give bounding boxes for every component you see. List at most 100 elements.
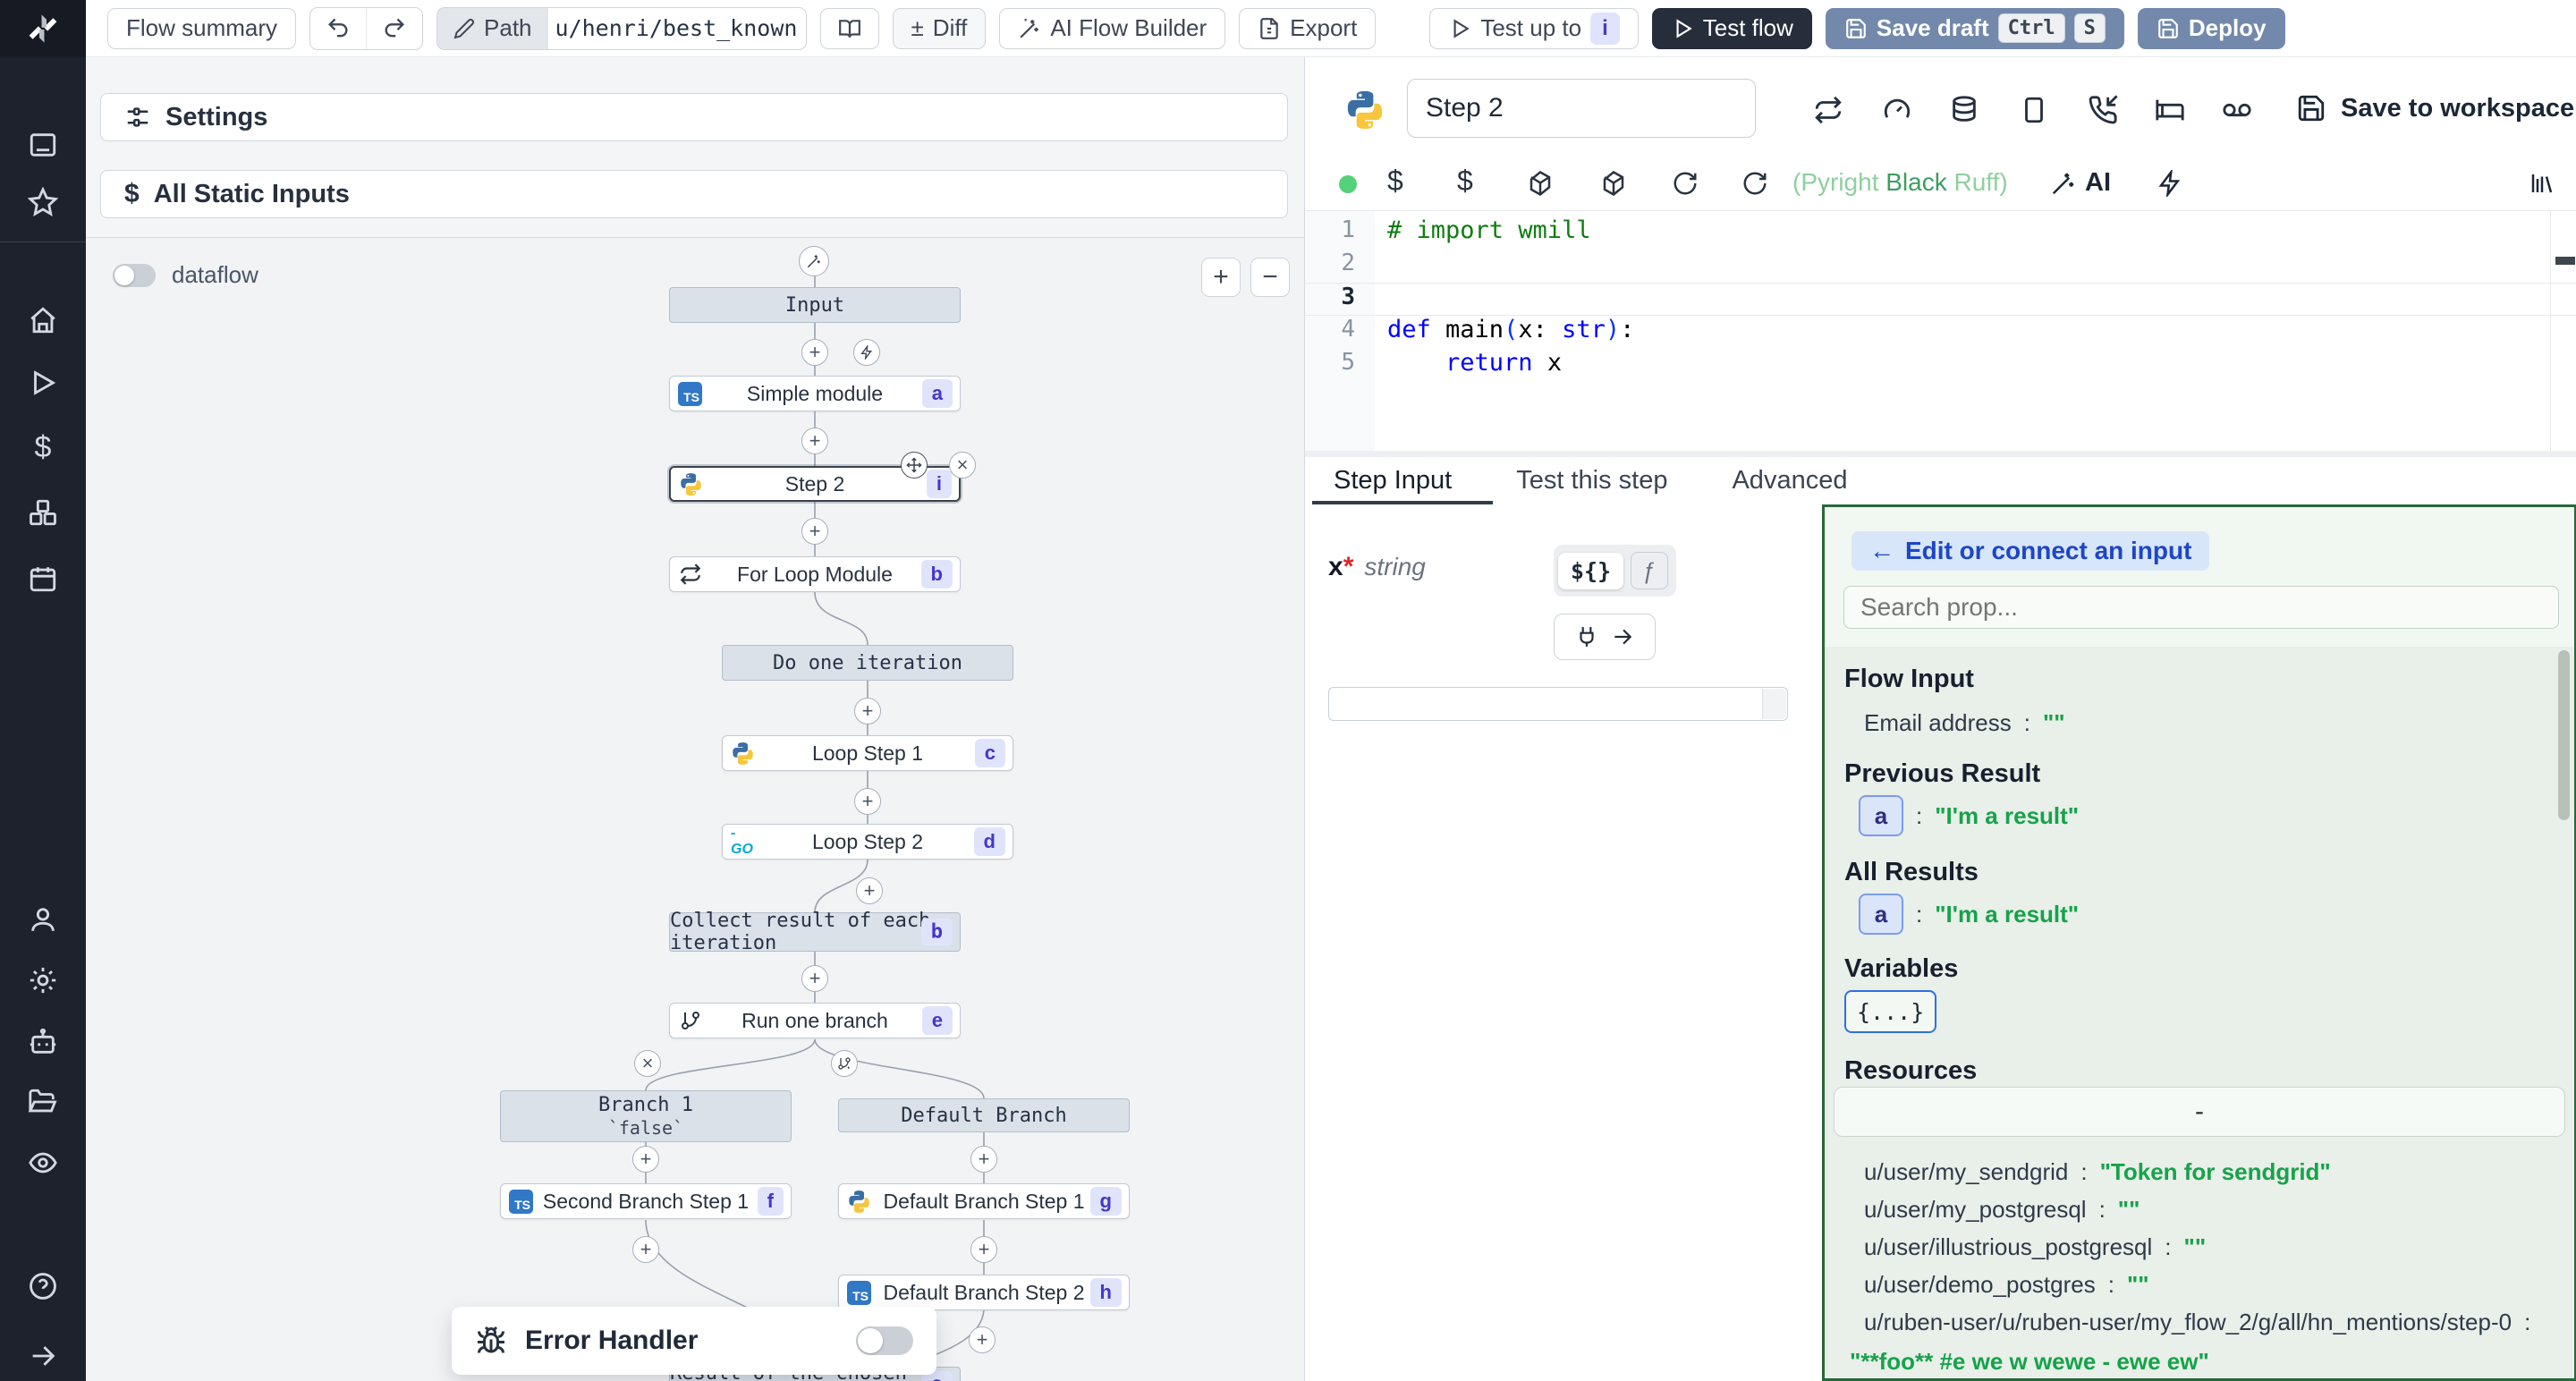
bed-icon[interactable] [2155,95,2185,125]
add-step-button[interactable]: + [801,965,828,992]
tab-test-this-step[interactable]: Test this step [1516,466,1667,496]
move-step-button[interactable] [901,452,928,479]
node-input[interactable]: Input [669,287,961,323]
wand-icon[interactable] [2050,170,2077,197]
add-step-button[interactable]: + [854,698,881,724]
rotate-cw-icon[interactable] [1672,170,1699,197]
node-for-loop[interactable]: For Loop Module b [669,556,961,592]
add-step-button[interactable]: + [970,1236,997,1263]
delete-step-button[interactable]: × [949,452,976,479]
result-chip[interactable]: a [1859,795,1903,836]
rotate-cw-icon[interactable] [1741,170,1768,197]
prop-search-input[interactable] [1843,586,2559,629]
library-icon[interactable] [2529,170,2555,197]
tab-advanced[interactable]: Advanced [1732,466,1847,496]
zoom-out-button[interactable]: − [1250,258,1290,297]
save-to-workspace-button[interactable]: Save to workspace [2296,93,2574,123]
step-title-input[interactable] [1407,79,1756,138]
add-step-button[interactable]: + [801,518,828,545]
redo-button[interactable] [366,8,422,49]
zoom-in-button[interactable]: + [1201,258,1241,297]
dollar-icon[interactable]: $ [1457,165,1473,198]
favorites-star-icon[interactable] [28,187,58,217]
node-collect-result[interactable]: Collect result of each iteration b [669,912,961,952]
settings-card[interactable]: Settings [100,93,1288,141]
home-icon[interactable] [28,305,58,335]
rectangle-icon[interactable] [2019,95,2049,125]
resource-row[interactable]: u/user/my_sendgrid:"Token for sendgrid" [1864,1158,2331,1186]
phone-incoming-icon[interactable] [2088,95,2118,125]
workspace-switcher-icon[interactable] [28,130,58,160]
add-step-button[interactable]: + [970,1146,997,1173]
prop-row-all-results[interactable]: a : "I'm a result" [1859,894,2079,935]
add-step-button[interactable]: + [969,1326,996,1353]
prop-row-previous-result[interactable]: a : "I'm a result" [1859,795,2079,836]
help-icon[interactable] [28,1271,58,1301]
save-draft-button[interactable]: Save draft Ctrl S [1826,8,2124,49]
flow-summary-button[interactable]: Flow summary [107,8,296,49]
input-grip[interactable] [1762,689,1786,719]
node-run-one-branch[interactable]: Run one branch e [669,1003,961,1038]
schedules-calendar-icon[interactable] [28,563,58,594]
ai-label[interactable]: AI [2085,168,2111,198]
voicemail-icon[interactable] [2222,95,2252,125]
ai-builder-wand-button[interactable] [799,246,829,276]
test-up-to-button[interactable]: Test up to i [1429,8,1638,49]
audit-eye-icon[interactable] [28,1148,58,1178]
zap-icon[interactable] [2157,170,2183,197]
node-default-branch[interactable]: Default Branch [838,1098,1130,1132]
resource-row-value[interactable]: "**foo** #e we w wewe - ewe ew" [1850,1348,2209,1376]
add-step-button[interactable]: + [854,788,881,815]
code-editor[interactable]: 1 # import wmill 2 3 4 def main(x: str):… [1305,211,2576,451]
runs-play-icon[interactable] [28,368,58,398]
export-button[interactable]: Export [1239,8,1376,49]
error-handler-toggle[interactable] [856,1326,913,1355]
folders-icon[interactable] [28,1087,58,1117]
resource-row[interactable]: u/ruben-user/u/ruben-user/my_flow_2/g/al… [1864,1309,2530,1336]
remove-branch-button[interactable]: × [634,1050,661,1077]
expression-toggle[interactable]: ${} [1558,553,1623,589]
settings-gear-icon[interactable] [28,965,58,996]
package-icon[interactable] [1600,170,1627,197]
path-label[interactable]: Path [437,8,548,49]
resource-row[interactable]: u/user/my_postgresql:"" [1864,1196,2140,1224]
edit-or-connect-back-button[interactable]: ← Edit or connect an input [1852,531,2209,571]
gauge-icon[interactable] [1882,95,1912,125]
add-step-button[interactable]: + [632,1236,659,1263]
package-icon[interactable] [1527,170,1554,197]
code-assistants-label[interactable]: (Pyright Black Ruff) [1792,168,2008,197]
windmill-logo[interactable] [0,0,86,57]
dataflow-toggle[interactable] [113,264,156,287]
test-flow-button[interactable]: Test flow [1652,8,1812,49]
database-icon[interactable] [1949,95,1979,125]
collapse-arrow-icon[interactable] [28,1341,58,1371]
path-input[interactable] [548,8,806,49]
node-default-branch-step-2[interactable]: TS Default Branch Step 2 h [838,1275,1130,1310]
connect-panel-scrollbar[interactable] [2558,650,2570,820]
node-default-branch-step-1[interactable]: Default Branch Step 1 g [838,1183,1130,1219]
ai-flow-builder-button[interactable]: AI Flow Builder [999,8,1225,49]
tab-step-input[interactable]: Step Input [1334,466,1452,496]
node-second-branch-step-1[interactable]: TS Second Branch Step 1 f [500,1183,792,1219]
variables-chip[interactable]: {...} [1844,990,1936,1033]
flow-graph-canvas[interactable]: dataflow + − Input + TS Simple module a … [86,237,1304,1381]
add-step-button[interactable]: + [801,339,828,366]
resources-boxes-icon[interactable] [28,497,58,528]
node-branch-1[interactable]: Branch 1 `false` [500,1090,792,1142]
resource-type-select[interactable]: - [1834,1087,2565,1137]
undo-button[interactable] [310,8,366,49]
diff-button[interactable]: ±Diff [893,8,987,49]
all-static-inputs-card[interactable]: $ All Static Inputs [100,170,1288,218]
dollar-icon[interactable]: $ [1387,165,1403,198]
add-step-button[interactable]: + [632,1146,659,1173]
node-loop-step-2[interactable]: -GO Loop Step 2 d [722,824,1013,860]
add-step-button[interactable]: + [801,428,828,454]
deploy-button[interactable]: Deploy [2138,8,2285,49]
node-do-one-iteration[interactable]: Do one iteration [722,645,1013,681]
result-chip[interactable]: a [1859,894,1903,935]
trigger-bolt-button[interactable] [853,339,880,366]
add-step-button[interactable]: + [856,877,883,904]
node-loop-step-1[interactable]: Loop Step 1 c [722,735,1013,771]
argument-value-input[interactable] [1328,687,1788,721]
workers-bot-icon[interactable] [28,1027,58,1057]
